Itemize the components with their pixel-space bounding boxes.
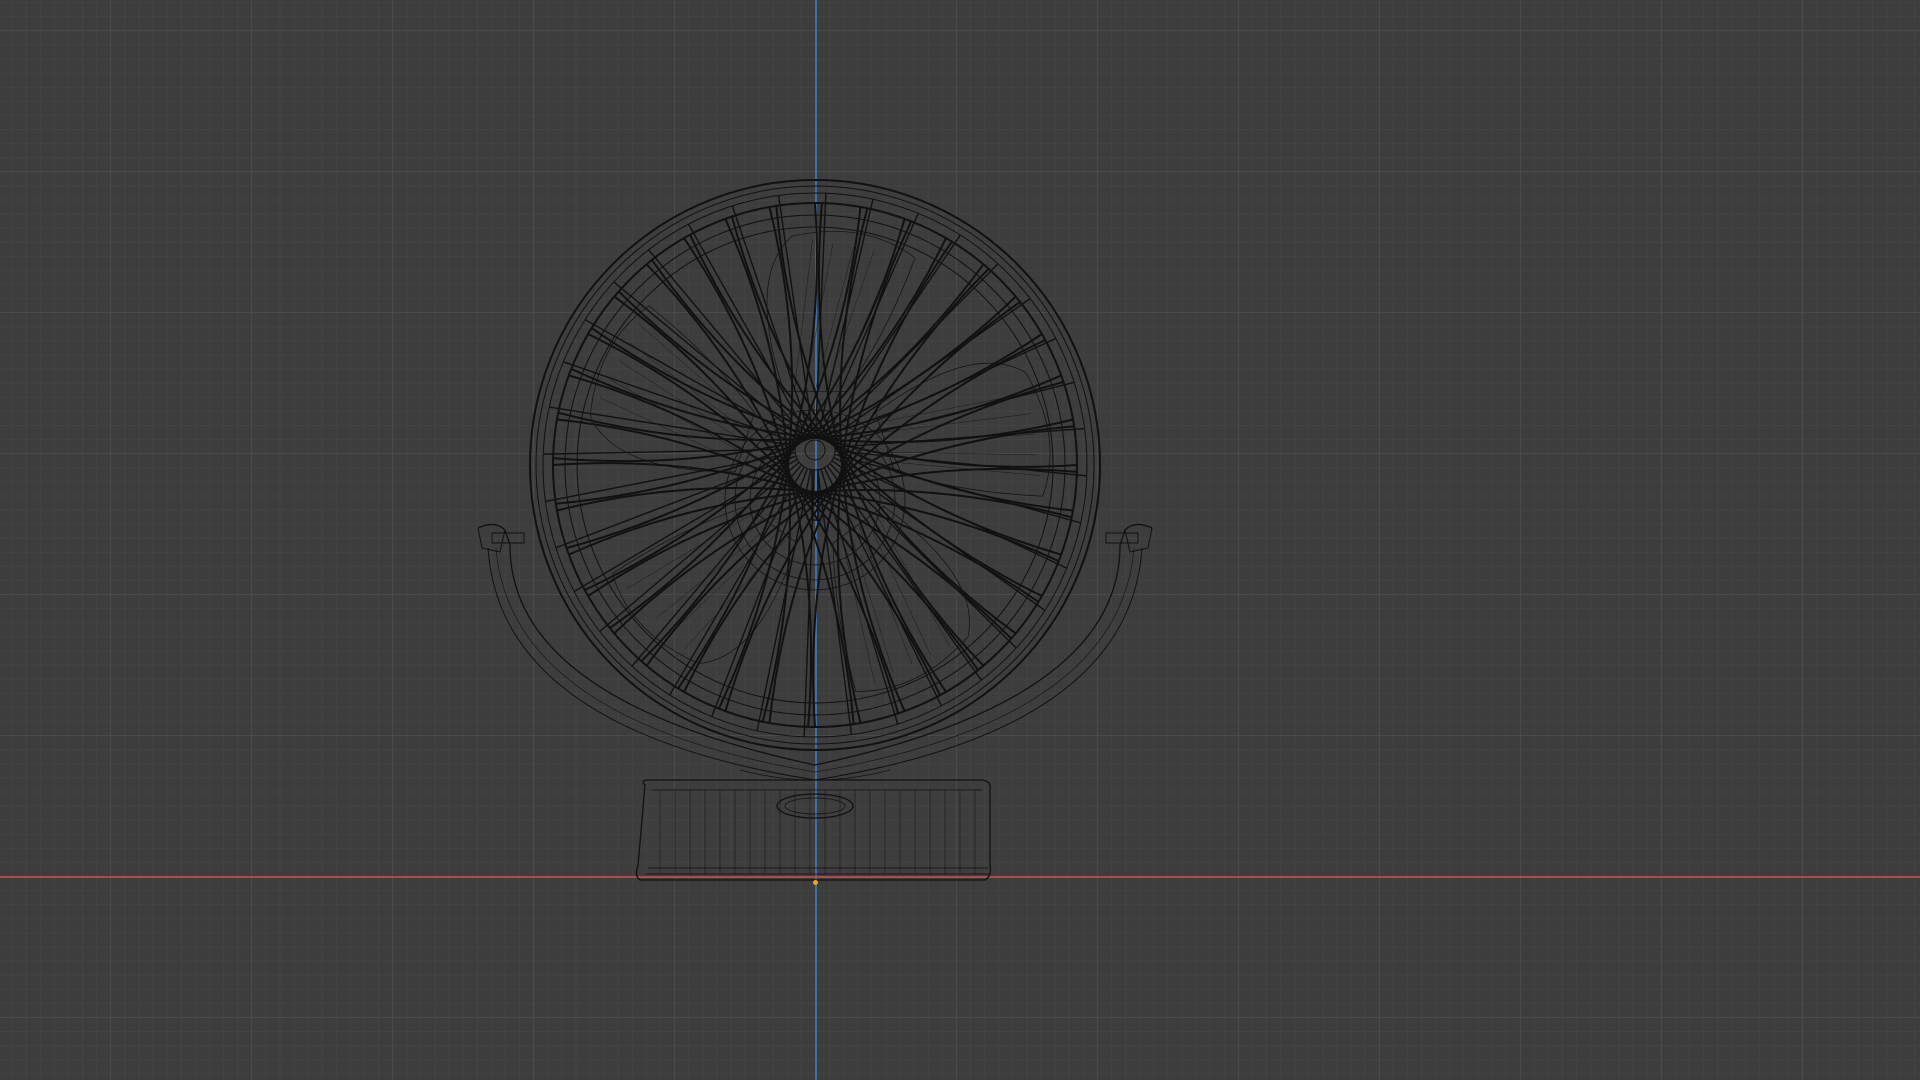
blade-edge-loop — [888, 451, 1038, 456]
grille-radial-spoke — [830, 298, 1031, 439]
fan-blade — [611, 505, 798, 664]
grille-ring — [529, 179, 1101, 751]
fan-hub — [794, 429, 836, 521]
blade-edge-loop — [866, 518, 931, 655]
fan-base — [635, 769, 992, 881]
grille-radial-spoke — [563, 361, 797, 444]
blade-edge-loop — [626, 512, 755, 589]
3d-viewport[interactable] — [0, 0, 1920, 1080]
desk-fan-wireframe[interactable] — [0, 0, 1920, 1080]
grille-radial-spoke — [826, 465, 982, 681]
fan-grille-rings — [529, 179, 1101, 751]
grille-ring — [535, 185, 1095, 745]
grille-radial-spoke — [832, 337, 1057, 442]
fan-yoke-arm — [477, 523, 1153, 781]
grille-radial-spoke — [777, 195, 814, 431]
grille-radial-spoke — [543, 448, 796, 455]
grille-ring — [564, 214, 1066, 716]
fan-grille-spokes — [543, 193, 1087, 737]
grille-radial-spoke — [818, 199, 874, 431]
grille-ring — [552, 202, 1078, 728]
grille-radial-spoke — [731, 205, 810, 432]
origin-point — [813, 880, 818, 885]
grille-ring — [542, 192, 1088, 738]
grille-radial-spoke — [821, 213, 919, 432]
